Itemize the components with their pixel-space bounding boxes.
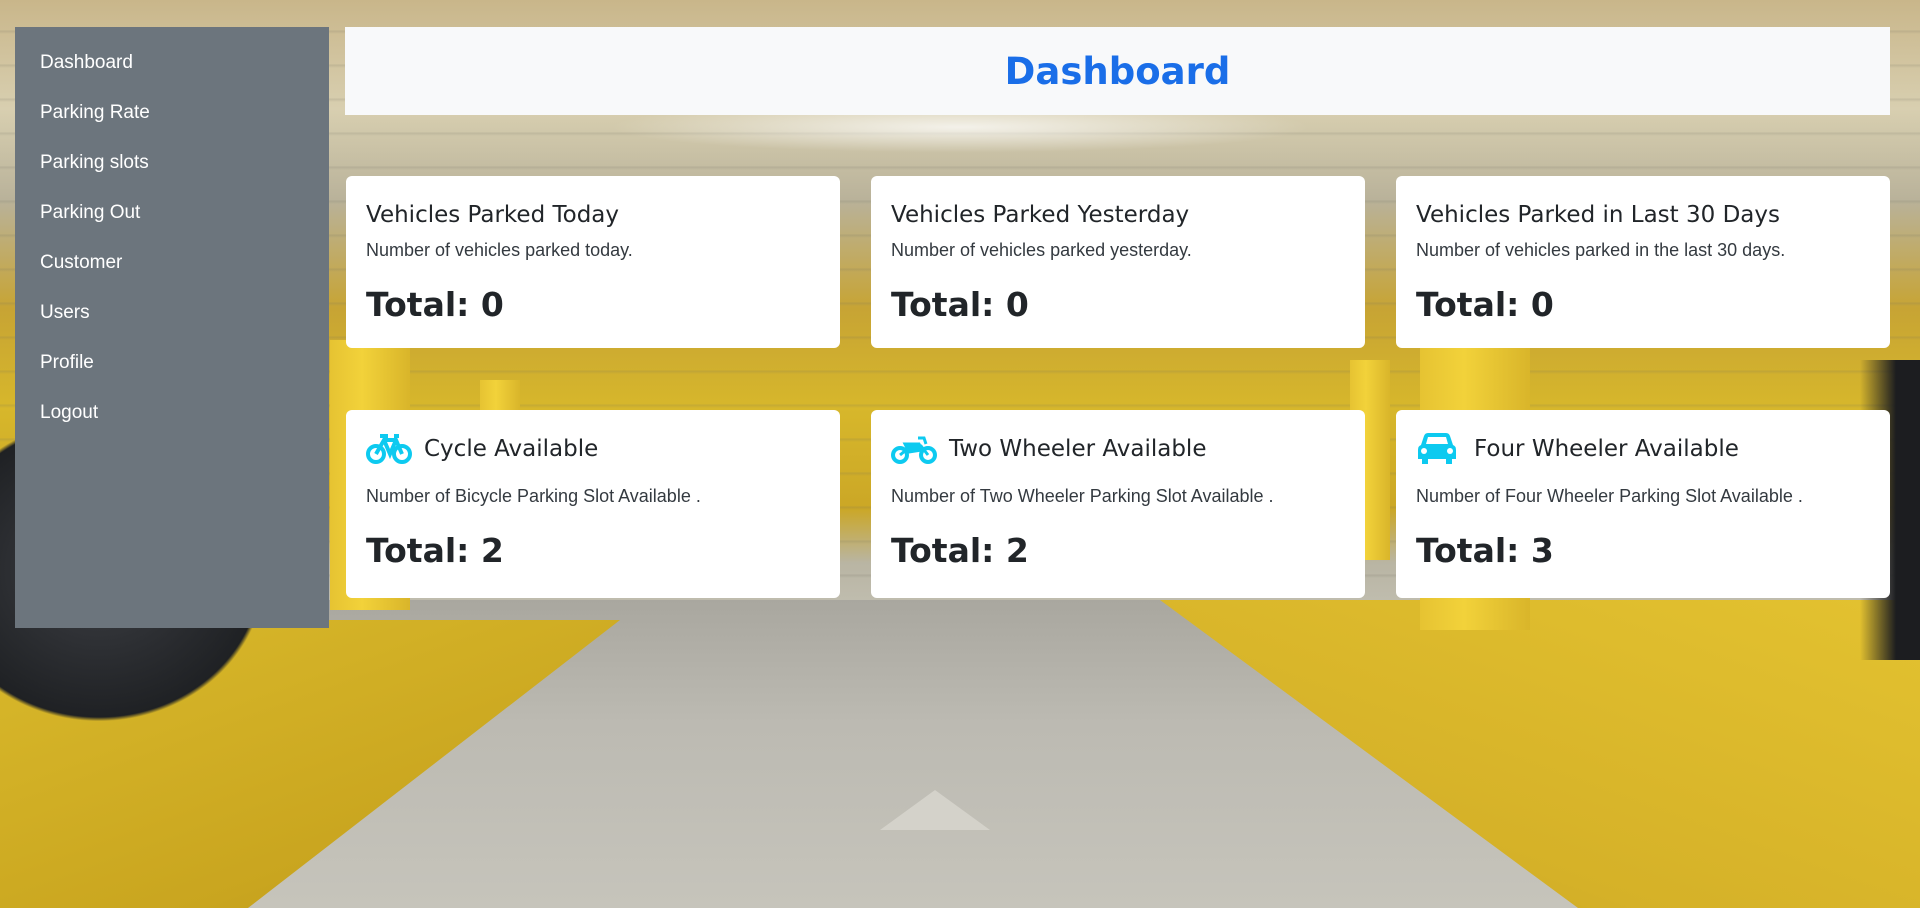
- availability-card-four-wheeler: Four Wheeler Available Number of Four Wh…: [1396, 410, 1890, 598]
- stat-card-last-30-days: Vehicles Parked in Last 30 Days Number o…: [1396, 176, 1890, 348]
- motorcycle-icon: [891, 432, 937, 466]
- stat-card-today: Vehicles Parked Today Number of vehicles…: [346, 176, 840, 348]
- card-title: Two Wheeler Available: [949, 436, 1207, 462]
- card-total: Total: 2: [366, 531, 504, 570]
- card-title: Vehicles Parked Yesterday: [891, 202, 1190, 228]
- card-total: Total: 0: [1416, 285, 1554, 324]
- card-title: Four Wheeler Available: [1474, 436, 1739, 462]
- sidebar-item-users[interactable]: Users: [15, 300, 329, 350]
- card-title: Vehicles Parked Today: [366, 202, 620, 228]
- page-header: Dashboard: [345, 27, 1890, 115]
- bicycle-icon: [366, 432, 412, 466]
- card-total: Total: 0: [366, 285, 504, 324]
- card-description: Number of Bicycle Parking Slot Available…: [366, 486, 701, 506]
- sidebar: Dashboard Parking Rate Parking slots Par…: [15, 27, 329, 628]
- car-icon: [1416, 432, 1462, 466]
- sidebar-item-parking-out[interactable]: Parking Out: [15, 200, 329, 250]
- sidebar-item-dashboard[interactable]: Dashboard: [15, 50, 329, 100]
- card-description: Number of vehicles parked in the last 30…: [1416, 240, 1786, 260]
- card-total: Total: 3: [1416, 531, 1554, 570]
- sidebar-item-logout[interactable]: Logout: [15, 400, 329, 450]
- sidebar-item-parking-slots[interactable]: Parking slots: [15, 150, 329, 200]
- card-title: Cycle Available: [424, 436, 599, 462]
- sidebar-item-profile[interactable]: Profile: [15, 350, 329, 400]
- availability-card-cycle: Cycle Available Number of Bicycle Parkin…: [346, 410, 840, 598]
- stat-card-yesterday: Vehicles Parked Yesterday Number of vehi…: [871, 176, 1365, 348]
- card-title: Vehicles Parked in Last 30 Days: [1416, 202, 1780, 228]
- sidebar-item-parking-rate[interactable]: Parking Rate: [15, 100, 329, 150]
- card-description: Number of Four Wheeler Parking Slot Avai…: [1416, 486, 1803, 506]
- page-title: Dashboard: [1004, 49, 1231, 93]
- availability-card-two-wheeler: Two Wheeler Available Number of Two Whee…: [871, 410, 1365, 598]
- card-description: Number of vehicles parked yesterday.: [891, 240, 1192, 260]
- card-description: Number of vehicles parked today.: [366, 240, 633, 260]
- card-total: Total: 2: [891, 531, 1029, 570]
- card-description: Number of Two Wheeler Parking Slot Avail…: [891, 486, 1274, 506]
- sidebar-item-customer[interactable]: Customer: [15, 250, 329, 300]
- card-total: Total: 0: [891, 285, 1029, 324]
